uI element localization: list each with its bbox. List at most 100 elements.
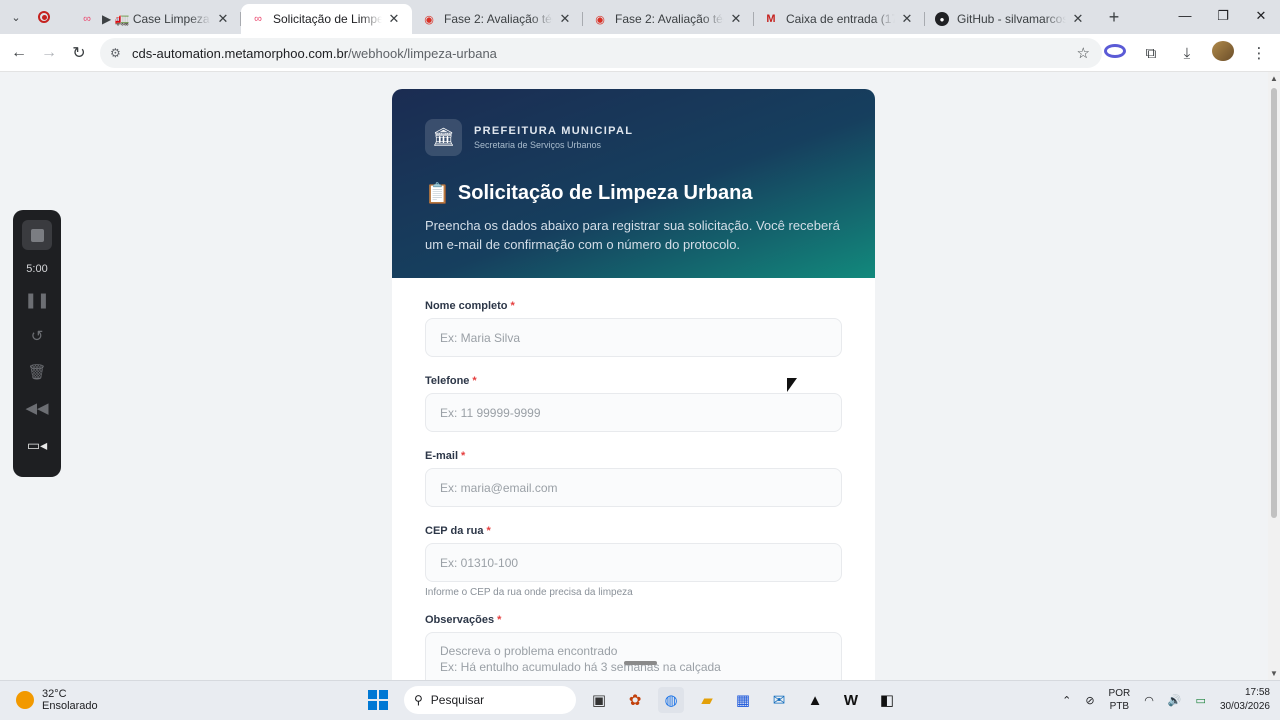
- download-icon[interactable]: ⤓: [1176, 45, 1198, 62]
- address-bar[interactable]: ⚙ cds-automation.metamorphoo.com.br/webh…: [100, 38, 1102, 68]
- scrollbar-thumb[interactable]: [1271, 88, 1277, 518]
- cep-hint: Informe o CEP da rua onde precisa da lim…: [425, 587, 633, 598]
- email-input[interactable]: [425, 468, 842, 507]
- temperature: 32°C: [42, 688, 67, 700]
- pause-icon[interactable]: ❚❚: [24, 291, 49, 311]
- taskbar-search[interactable]: ⚲ Pesquisar: [404, 686, 576, 714]
- profile-avatar[interactable]: [1212, 41, 1234, 65]
- tab-title: Fase 2: Avaliação técnica: [444, 12, 553, 26]
- bookmark-star-icon[interactable]: ☆: [1077, 44, 1090, 62]
- system-tray: ⌃ ⊘ POR PTB ◠ 🔊 ▭ 17:58 30/03/2026: [1062, 686, 1270, 714]
- site-info-icon[interactable]: ⚙: [110, 46, 132, 60]
- outlook-icon[interactable]: ✉: [766, 687, 792, 713]
- terminal-icon[interactable]: ◧: [874, 687, 900, 713]
- back-icon[interactable]: ←: [4, 44, 34, 62]
- tab-solicitacao[interactable]: ∞ Solicitação de Limpeza Urbana ✕: [241, 4, 412, 34]
- close-tab-icon[interactable]: ✕: [386, 11, 402, 27]
- sync-off-icon[interactable]: ⊘: [1085, 694, 1094, 707]
- app-w-icon[interactable]: W: [838, 687, 864, 713]
- restart-icon[interactable]: ↺: [31, 327, 44, 347]
- org-name: PREFEITURA MUNICIPAL: [474, 125, 634, 137]
- camera-icon[interactable]: ▭◂: [27, 437, 47, 454]
- trash-icon[interactable]: 🗑: [27, 363, 46, 383]
- tab-title: ▶ 🚛 Case Limpeza Urbana: [102, 12, 211, 26]
- telefone-input[interactable]: [425, 393, 842, 432]
- form-card: 🏛 PREFEITURA MUNICIPAL Secretaria de Ser…: [392, 89, 875, 680]
- screen-recorder-panel: 5:00 ❚❚ ↺ 🗑 ◀◀ ▭◂: [13, 210, 61, 477]
- chrome-icon[interactable]: ◍: [658, 687, 684, 713]
- scroll-up-icon[interactable]: ▲: [1270, 74, 1278, 83]
- extension-circle-icon[interactable]: [1104, 44, 1126, 62]
- page-scrollbar[interactable]: ▲ ▼: [1268, 72, 1280, 680]
- forward-icon[interactable]: →: [34, 44, 64, 62]
- page-title: 📋 Solicitação de Limpeza Urbana: [425, 182, 753, 205]
- field-telefone: Telefone *: [425, 375, 842, 432]
- tab-title: Solicitação de Limpeza Urbana: [273, 12, 382, 26]
- menu-kebab-icon[interactable]: ⋮: [1248, 44, 1270, 62]
- stop-recording-button[interactable]: [22, 220, 52, 250]
- tab-gmail[interactable]: M Caixa de entrada (17.177) ✕: [754, 4, 925, 34]
- weather-widget[interactable]: 32°C Ensolarado: [16, 688, 98, 712]
- close-tab-icon[interactable]: ✕: [557, 11, 573, 27]
- extensions-puzzle-icon[interactable]: ⧉: [1140, 45, 1162, 62]
- tab-search-chevron-icon[interactable]: ⌄: [8, 11, 24, 24]
- tab-github[interactable]: ● GitHub - silvamarcos2310 ✕: [925, 4, 1096, 34]
- wifi-icon[interactable]: ◠: [1144, 694, 1154, 707]
- store-icon[interactable]: ▦: [730, 687, 756, 713]
- field-label: Observações *: [425, 614, 502, 626]
- cep-input[interactable]: [425, 543, 842, 582]
- file-explorer-icon[interactable]: ▰: [694, 687, 720, 713]
- field-observacoes: Observações *: [425, 614, 842, 680]
- search-label: Pesquisar: [430, 693, 485, 707]
- antigravity-icon[interactable]: ▲: [802, 687, 828, 713]
- close-tab-icon[interactable]: ✕: [1070, 11, 1086, 27]
- recording-indicator-icon[interactable]: [38, 11, 50, 23]
- close-tab-icon[interactable]: ✕: [215, 11, 231, 27]
- input-language[interactable]: POR PTB: [1109, 687, 1131, 713]
- weather-condition: Ensolarado: [42, 700, 98, 712]
- copilot-icon[interactable]: ✿: [622, 687, 648, 713]
- new-tab-button[interactable]: +: [1100, 7, 1128, 28]
- n8n-icon: ∞: [83, 13, 91, 25]
- taskbar-apps: ⚲ Pesquisar ▣ ✿ ◍ ▰ ▦ ✉ ▲ W ◧: [368, 686, 900, 714]
- gmail-icon: M: [766, 13, 776, 25]
- field-label: Nome completo *: [425, 300, 515, 312]
- tray-overflow-chevron-icon[interactable]: ⌃: [1062, 694, 1071, 707]
- field-email: E-mail *: [425, 450, 842, 507]
- rewind-icon[interactable]: ◀◀: [25, 399, 48, 419]
- browser-toolbar: ← → ↻ ⚙ cds-automation.metamorphoo.com.b…: [0, 34, 1280, 72]
- window-controls: — ❐ ✕: [1166, 0, 1280, 34]
- volume-icon[interactable]: 🔊: [1168, 694, 1182, 707]
- drag-handle[interactable]: [624, 661, 657, 665]
- tab-fase2-b[interactable]: ◉ Fase 2: Avaliação técnica ✕: [583, 4, 754, 34]
- maximize-icon[interactable]: ❐: [1204, 0, 1242, 34]
- mouse-cursor-icon: [787, 378, 797, 392]
- close-tab-icon[interactable]: ✕: [728, 11, 744, 27]
- org-brand: 🏛 PREFEITURA MUNICIPAL Secretaria de Ser…: [425, 119, 842, 156]
- tab-strip: ⌄ ∞ ▶ 🚛 Case Limpeza Urbana ✕ ∞ Solicita…: [0, 0, 1280, 34]
- scroll-down-icon[interactable]: ▼: [1270, 669, 1278, 678]
- field-cep: CEP da rua* Informe o CEP da rua onde pr…: [425, 525, 842, 598]
- battery-icon[interactable]: ▭: [1196, 694, 1206, 707]
- minimize-icon[interactable]: —: [1166, 0, 1204, 34]
- nome-completo-input[interactable]: [425, 318, 842, 357]
- close-window-icon[interactable]: ✕: [1242, 0, 1280, 34]
- observacoes-textarea[interactable]: [425, 632, 842, 680]
- field-label: E-mail *: [425, 450, 466, 462]
- search-icon: ⚲: [414, 693, 423, 707]
- tab-case-limpeza[interactable]: ∞ ▶ 🚛 Case Limpeza Urbana ✕: [70, 4, 241, 34]
- reload-icon[interactable]: ↻: [64, 43, 94, 63]
- task-view-icon[interactable]: ▣: [586, 687, 612, 713]
- meta-icon: ◉: [595, 13, 605, 26]
- tab-fase2-a[interactable]: ◉ Fase 2: Avaliação técnica ✕: [412, 4, 583, 34]
- tab-strip-left: ⌄: [0, 0, 70, 34]
- url-text[interactable]: cds-automation.metamorphoo.com.br/webhoo…: [132, 46, 497, 61]
- tab-title: GitHub - silvamarcos2310: [957, 12, 1066, 26]
- clock[interactable]: 17:58 30/03/2026: [1220, 686, 1270, 714]
- close-tab-icon[interactable]: ✕: [899, 11, 915, 27]
- n8n-icon: ∞: [254, 13, 262, 25]
- windows-taskbar: 32°C Ensolarado ⚲ Pesquisar ▣ ✿ ◍ ▰ ▦ ✉ …: [0, 680, 1280, 720]
- tab-title: Caixa de entrada (17.177): [786, 12, 895, 26]
- form-header: 🏛 PREFEITURA MUNICIPAL Secretaria de Ser…: [392, 89, 875, 278]
- windows-start-icon[interactable]: [368, 690, 388, 710]
